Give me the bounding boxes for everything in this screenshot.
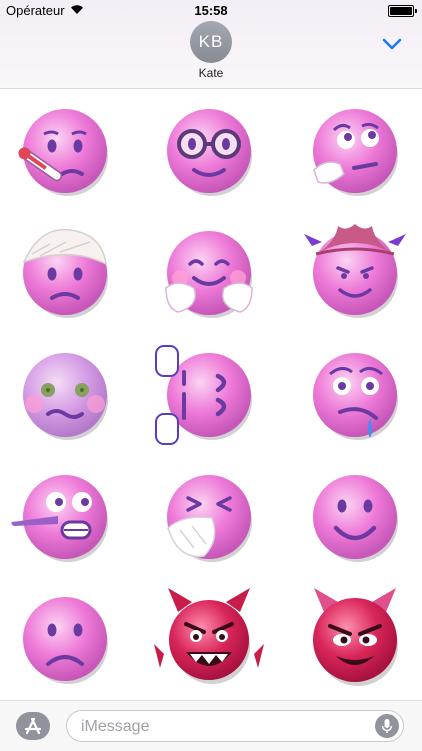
imessage-placeholder: iMessage (81, 718, 150, 735)
sticker[interactable] (300, 216, 410, 326)
sticker[interactable] (154, 582, 264, 692)
sticker[interactable] (10, 338, 120, 448)
smiling-face-icon (313, 475, 398, 562)
contact-avatar[interactable]: KB (190, 21, 232, 63)
sticker[interactable] (10, 216, 120, 326)
battery-icon (388, 5, 417, 17)
sticker[interactable] (300, 582, 410, 692)
lying-long-nose-face-icon (11, 475, 108, 562)
message-bar: iMessage (0, 700, 422, 751)
sneezing-tissue-face-icon (167, 475, 252, 562)
nerd-glasses-face-icon (167, 109, 252, 196)
sticker[interactable] (10, 94, 120, 204)
app-store-button[interactable] (16, 712, 50, 740)
microphone-button[interactable] (375, 714, 399, 738)
hugging-face-icon (165, 231, 253, 318)
imessage-input[interactable]: iMessage (66, 710, 404, 742)
drooling-face-icon (313, 353, 398, 440)
clock: 15:58 (194, 3, 228, 18)
angry-devil-face-icon (154, 588, 264, 684)
thinking-face-icon (313, 109, 398, 196)
chevron-down-icon[interactable] (382, 38, 402, 50)
sticker[interactable] (154, 94, 264, 204)
sick-thermometer-face-icon (18, 109, 108, 196)
upside-down-sideways-face-icon (155, 345, 252, 445)
sticker-grid (0, 88, 422, 700)
sticker[interactable] (154, 338, 264, 448)
nauseated-face-icon (23, 353, 108, 440)
sticker[interactable] (154, 460, 264, 570)
smiling-devil-face-icon (313, 588, 398, 686)
app-store-icon (24, 717, 42, 735)
conversation-header: Opérateur 15:58 KB Kate (0, 0, 422, 89)
sticker[interactable] (154, 216, 264, 326)
sticker[interactable] (10, 582, 120, 692)
cowboy-devil-face-icon (304, 224, 406, 318)
sticker[interactable] (300, 94, 410, 204)
status-bar: Opérateur 15:58 (0, 0, 422, 20)
frowning-face-icon (23, 597, 108, 684)
sticker[interactable] (10, 460, 120, 570)
sticker[interactable] (300, 460, 410, 570)
microphone-icon (381, 719, 393, 733)
bandaged-head-face-icon (22, 228, 108, 318)
contact-name[interactable]: Kate (0, 66, 422, 80)
sticker[interactable] (300, 338, 410, 448)
